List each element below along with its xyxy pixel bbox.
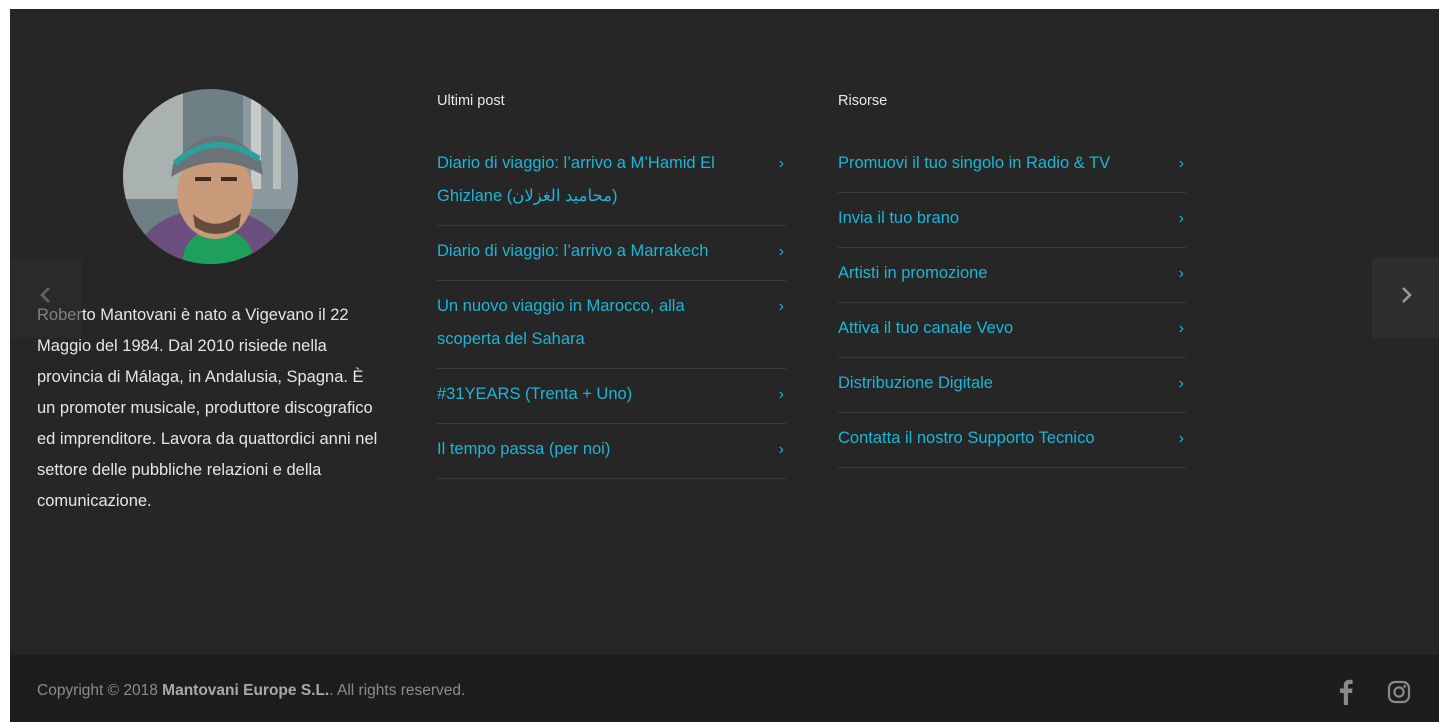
chevron-right-icon: › [1178,210,1184,227]
company-name[interactable]: Mantovani Europe S.L. [162,682,329,699]
chevron-right-icon: › [1178,320,1184,337]
chevron-right-icon: › [778,386,784,403]
author-bio: Roberto Mantovani è nato a Vigevano il 2… [37,306,378,510]
copyright-text: Copyright © 2018 Mantovani Europe S.L.. … [37,682,466,699]
resource-link[interactable]: Artisti in promozione › [838,248,1186,303]
resource-link[interactable]: Promuovi il tuo singolo in Radio & TV › [838,138,1186,193]
resources-title: Risorse [838,93,888,109]
post-link[interactable]: Diario di viaggio: l’arrivo a Marrakech › [437,226,786,281]
chevron-right-icon: › [1178,430,1184,447]
instagram-icon[interactable] [1384,677,1414,707]
posts-title: Ultimi post [437,93,505,109]
facebook-icon[interactable] [1331,677,1361,707]
chevron-right-icon: › [778,243,784,260]
post-link[interactable]: Un nuovo viaggio in Marocco, alla scoper… [437,281,786,369]
posts-list: Diario di viaggio: l’arrivo a M’Hamid El… [437,138,786,479]
carousel-prev-button[interactable] [10,258,82,338]
post-link[interactable]: Il tempo passa (per noi) › [437,424,786,479]
resource-link[interactable]: Invia il tuo brano › [838,193,1186,248]
carousel-next-button[interactable] [1372,258,1439,338]
resources-list: Promuovi il tuo singolo in Radio & TV › I… [838,138,1186,468]
chevron-right-icon: › [1178,155,1184,172]
chevron-right-icon [1399,286,1413,310]
resource-link[interactable]: Attiva il tuo canale Vevo › [838,303,1186,358]
chevron-right-icon: › [778,441,784,458]
author-avatar [123,89,298,264]
chevron-right-icon: › [778,298,784,315]
resource-link[interactable]: Contatta il nostro Supporto Tecnico › [838,413,1186,468]
resource-link[interactable]: Distribuzione Digitale › [838,358,1186,413]
chevron-left-icon [39,286,53,310]
post-link[interactable]: #31YEARS (Trenta + Uno) › [437,369,786,424]
post-link[interactable]: Diario di viaggio: l’arrivo a M’Hamid El… [437,138,786,226]
chevron-right-icon: › [1178,375,1184,392]
chevron-right-icon: › [1178,265,1184,282]
chevron-right-icon: › [778,155,784,172]
